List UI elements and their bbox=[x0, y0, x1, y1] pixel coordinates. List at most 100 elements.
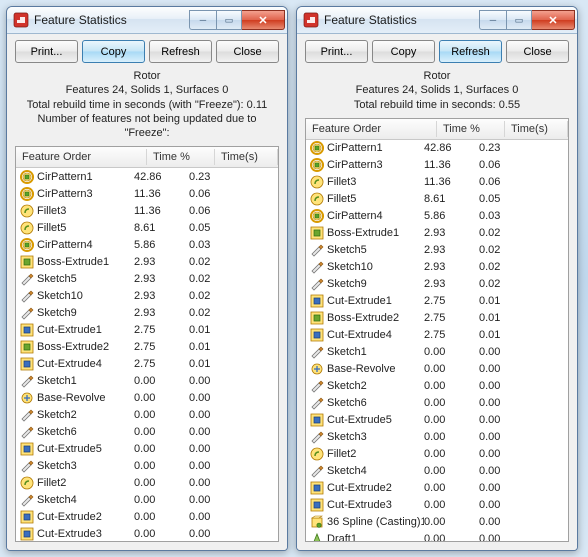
table-row[interactable]: Fillet5 8.61 0.05 bbox=[306, 191, 568, 208]
col-header-feature[interactable]: Feature Order bbox=[16, 149, 147, 165]
table-row[interactable]: Sketch4 0.00 0.00 bbox=[306, 463, 568, 480]
table-row[interactable]: Cut-Extrude4 2.75 0.01 bbox=[306, 327, 568, 344]
time-seconds: 0.06 bbox=[189, 188, 274, 200]
table-row[interactable]: Sketch9 2.93 0.02 bbox=[16, 304, 278, 321]
table-row[interactable]: Cut-Extrude3 0.00 0.00 bbox=[306, 497, 568, 514]
col-header-time-percent[interactable]: Time % bbox=[147, 149, 215, 165]
cut-icon bbox=[20, 510, 34, 524]
table-row[interactable]: Draft1 0.00 0.00 bbox=[306, 531, 568, 541]
titlebar[interactable]: Feature Statistics ─ ▭ ✕ bbox=[7, 7, 287, 34]
feature-table: Feature Order Time % Time(s) CirPattern1… bbox=[15, 146, 279, 542]
table-row[interactable]: CirPattern3 11.36 0.06 bbox=[306, 157, 568, 174]
table-row[interactable]: Cut-Extrude2 0.00 0.00 bbox=[306, 480, 568, 497]
window-title: Feature Statistics bbox=[34, 13, 189, 27]
fillet-icon bbox=[20, 221, 34, 235]
table-row[interactable]: Boss-Extrude1 2.93 0.02 bbox=[16, 253, 278, 270]
table-row[interactable]: Fillet5 8.61 0.05 bbox=[16, 219, 278, 236]
table-row[interactable]: Cut-Extrude5 0.00 0.00 bbox=[16, 440, 278, 457]
time-seconds: 0.00 bbox=[189, 460, 274, 472]
table-row[interactable]: Cut-Extrude2 0.00 0.00 bbox=[16, 508, 278, 525]
table-row[interactable]: Sketch6 0.00 0.00 bbox=[16, 423, 278, 440]
refresh-button[interactable]: Refresh bbox=[439, 40, 502, 63]
table-row[interactable]: Cut-Extrude5 0.00 0.00 bbox=[306, 412, 568, 429]
time-percent: 0.00 bbox=[424, 533, 479, 541]
table-row[interactable]: CirPattern1 42.86 0.23 bbox=[16, 168, 278, 185]
extrude-icon bbox=[310, 311, 324, 325]
minimize-button[interactable]: ─ bbox=[479, 10, 506, 30]
table-row[interactable]: Base-Revolve 0.00 0.00 bbox=[16, 389, 278, 406]
table-row[interactable]: Sketch5 2.93 0.02 bbox=[306, 242, 568, 259]
table-row[interactable]: Sketch10 2.93 0.02 bbox=[16, 287, 278, 304]
time-percent: 0.00 bbox=[424, 465, 479, 477]
table-row[interactable]: Sketch4 0.00 0.00 bbox=[16, 491, 278, 508]
feature-name: Base-Revolve bbox=[37, 392, 105, 404]
time-percent: 0.00 bbox=[134, 426, 189, 438]
time-seconds: 0.02 bbox=[479, 278, 564, 290]
refresh-button[interactable]: Refresh bbox=[149, 40, 212, 63]
table-row[interactable]: Sketch1 0.00 0.00 bbox=[306, 344, 568, 361]
table-row[interactable]: Fillet3 11.36 0.06 bbox=[306, 174, 568, 191]
summary-line: Total rebuild time in seconds: 0.55 bbox=[305, 98, 569, 112]
table-row[interactable]: 36 Spline (Casting)1 0.00 0.00 bbox=[306, 514, 568, 531]
minimize-button[interactable]: ─ bbox=[189, 10, 216, 30]
table-row[interactable]: Sketch5 2.93 0.02 bbox=[16, 270, 278, 287]
print-button[interactable]: Print... bbox=[15, 40, 78, 63]
table-row[interactable]: Sketch3 0.00 0.00 bbox=[16, 457, 278, 474]
print-button[interactable]: Print... bbox=[305, 40, 368, 63]
table-row[interactable]: CirPattern1 42.86 0.23 bbox=[306, 140, 568, 157]
table-row[interactable]: CirPattern4 5.86 0.03 bbox=[16, 236, 278, 253]
table-row[interactable]: Sketch6 0.00 0.00 bbox=[306, 395, 568, 412]
time-seconds: 0.00 bbox=[479, 363, 564, 375]
cut-icon bbox=[310, 294, 324, 308]
close-button[interactable]: Close bbox=[506, 40, 569, 63]
time-seconds: 0.01 bbox=[189, 324, 274, 336]
copy-button[interactable]: Copy bbox=[82, 40, 145, 63]
table-row[interactable]: Cut-Extrude1 2.75 0.01 bbox=[16, 321, 278, 338]
table-row[interactable]: Fillet2 0.00 0.00 bbox=[306, 446, 568, 463]
maximize-button[interactable]: ▭ bbox=[216, 10, 242, 30]
revolve-icon bbox=[310, 362, 324, 376]
feature-name: Cut-Extrude5 bbox=[327, 414, 392, 426]
col-header-time-seconds[interactable]: Time(s) bbox=[215, 149, 278, 165]
time-percent: 0.00 bbox=[424, 397, 479, 409]
time-seconds: 0.00 bbox=[479, 482, 564, 494]
table-row[interactable]: Sketch2 0.00 0.00 bbox=[306, 378, 568, 395]
table-row[interactable]: CirPattern3 11.36 0.06 bbox=[16, 185, 278, 202]
table-row[interactable]: Boss-Extrude1 2.93 0.02 bbox=[306, 225, 568, 242]
table-row[interactable]: Sketch10 2.93 0.02 bbox=[306, 259, 568, 276]
time-seconds: 0.00 bbox=[479, 499, 564, 511]
col-header-time-seconds[interactable]: Time(s) bbox=[505, 121, 568, 137]
table-row[interactable]: Boss-Extrude2 2.75 0.01 bbox=[306, 310, 568, 327]
time-seconds: 0.00 bbox=[479, 346, 564, 358]
table-row[interactable]: Base-Revolve 0.00 0.00 bbox=[306, 361, 568, 378]
pattern-icon bbox=[310, 209, 324, 223]
sketch-icon bbox=[310, 464, 324, 478]
time-percent: 2.75 bbox=[134, 324, 189, 336]
table-row[interactable]: Cut-Extrude3 0.00 0.00 bbox=[16, 525, 278, 541]
close-button[interactable]: Close bbox=[216, 40, 279, 63]
table-row[interactable]: Boss-Extrude2 2.75 0.01 bbox=[16, 338, 278, 355]
col-header-time-percent[interactable]: Time % bbox=[437, 121, 505, 137]
table-row[interactable]: Cut-Extrude1 2.75 0.01 bbox=[306, 293, 568, 310]
table-row[interactable]: Sketch3 0.00 0.00 bbox=[306, 429, 568, 446]
titlebar[interactable]: Feature Statistics ─ ▭ ✕ bbox=[297, 7, 577, 34]
table-row[interactable]: Fillet2 0.00 0.00 bbox=[16, 474, 278, 491]
copy-button[interactable]: Copy bbox=[372, 40, 435, 63]
window-close-button[interactable]: ✕ bbox=[242, 10, 285, 30]
table-row[interactable]: CirPattern4 5.86 0.03 bbox=[306, 208, 568, 225]
window-close-button[interactable]: ✕ bbox=[532, 10, 575, 30]
table-row[interactable]: Sketch9 2.93 0.02 bbox=[306, 276, 568, 293]
time-seconds: 0.06 bbox=[189, 205, 274, 217]
feature-name: Cut-Extrude4 bbox=[37, 358, 102, 370]
feature-name: Fillet3 bbox=[327, 176, 356, 188]
table-row[interactable]: Cut-Extrude4 2.75 0.01 bbox=[16, 355, 278, 372]
table-row[interactable]: Fillet3 11.36 0.06 bbox=[16, 202, 278, 219]
table-row[interactable]: Sketch2 0.00 0.00 bbox=[16, 406, 278, 423]
col-header-feature[interactable]: Feature Order bbox=[306, 121, 437, 137]
time-percent: 42.86 bbox=[134, 171, 189, 183]
maximize-button[interactable]: ▭ bbox=[506, 10, 532, 30]
table-row[interactable]: Sketch1 0.00 0.00 bbox=[16, 372, 278, 389]
feature-name: Sketch1 bbox=[327, 346, 367, 358]
summary-line: Number of features not being updated due… bbox=[15, 112, 279, 141]
time-percent: 0.00 bbox=[134, 460, 189, 472]
